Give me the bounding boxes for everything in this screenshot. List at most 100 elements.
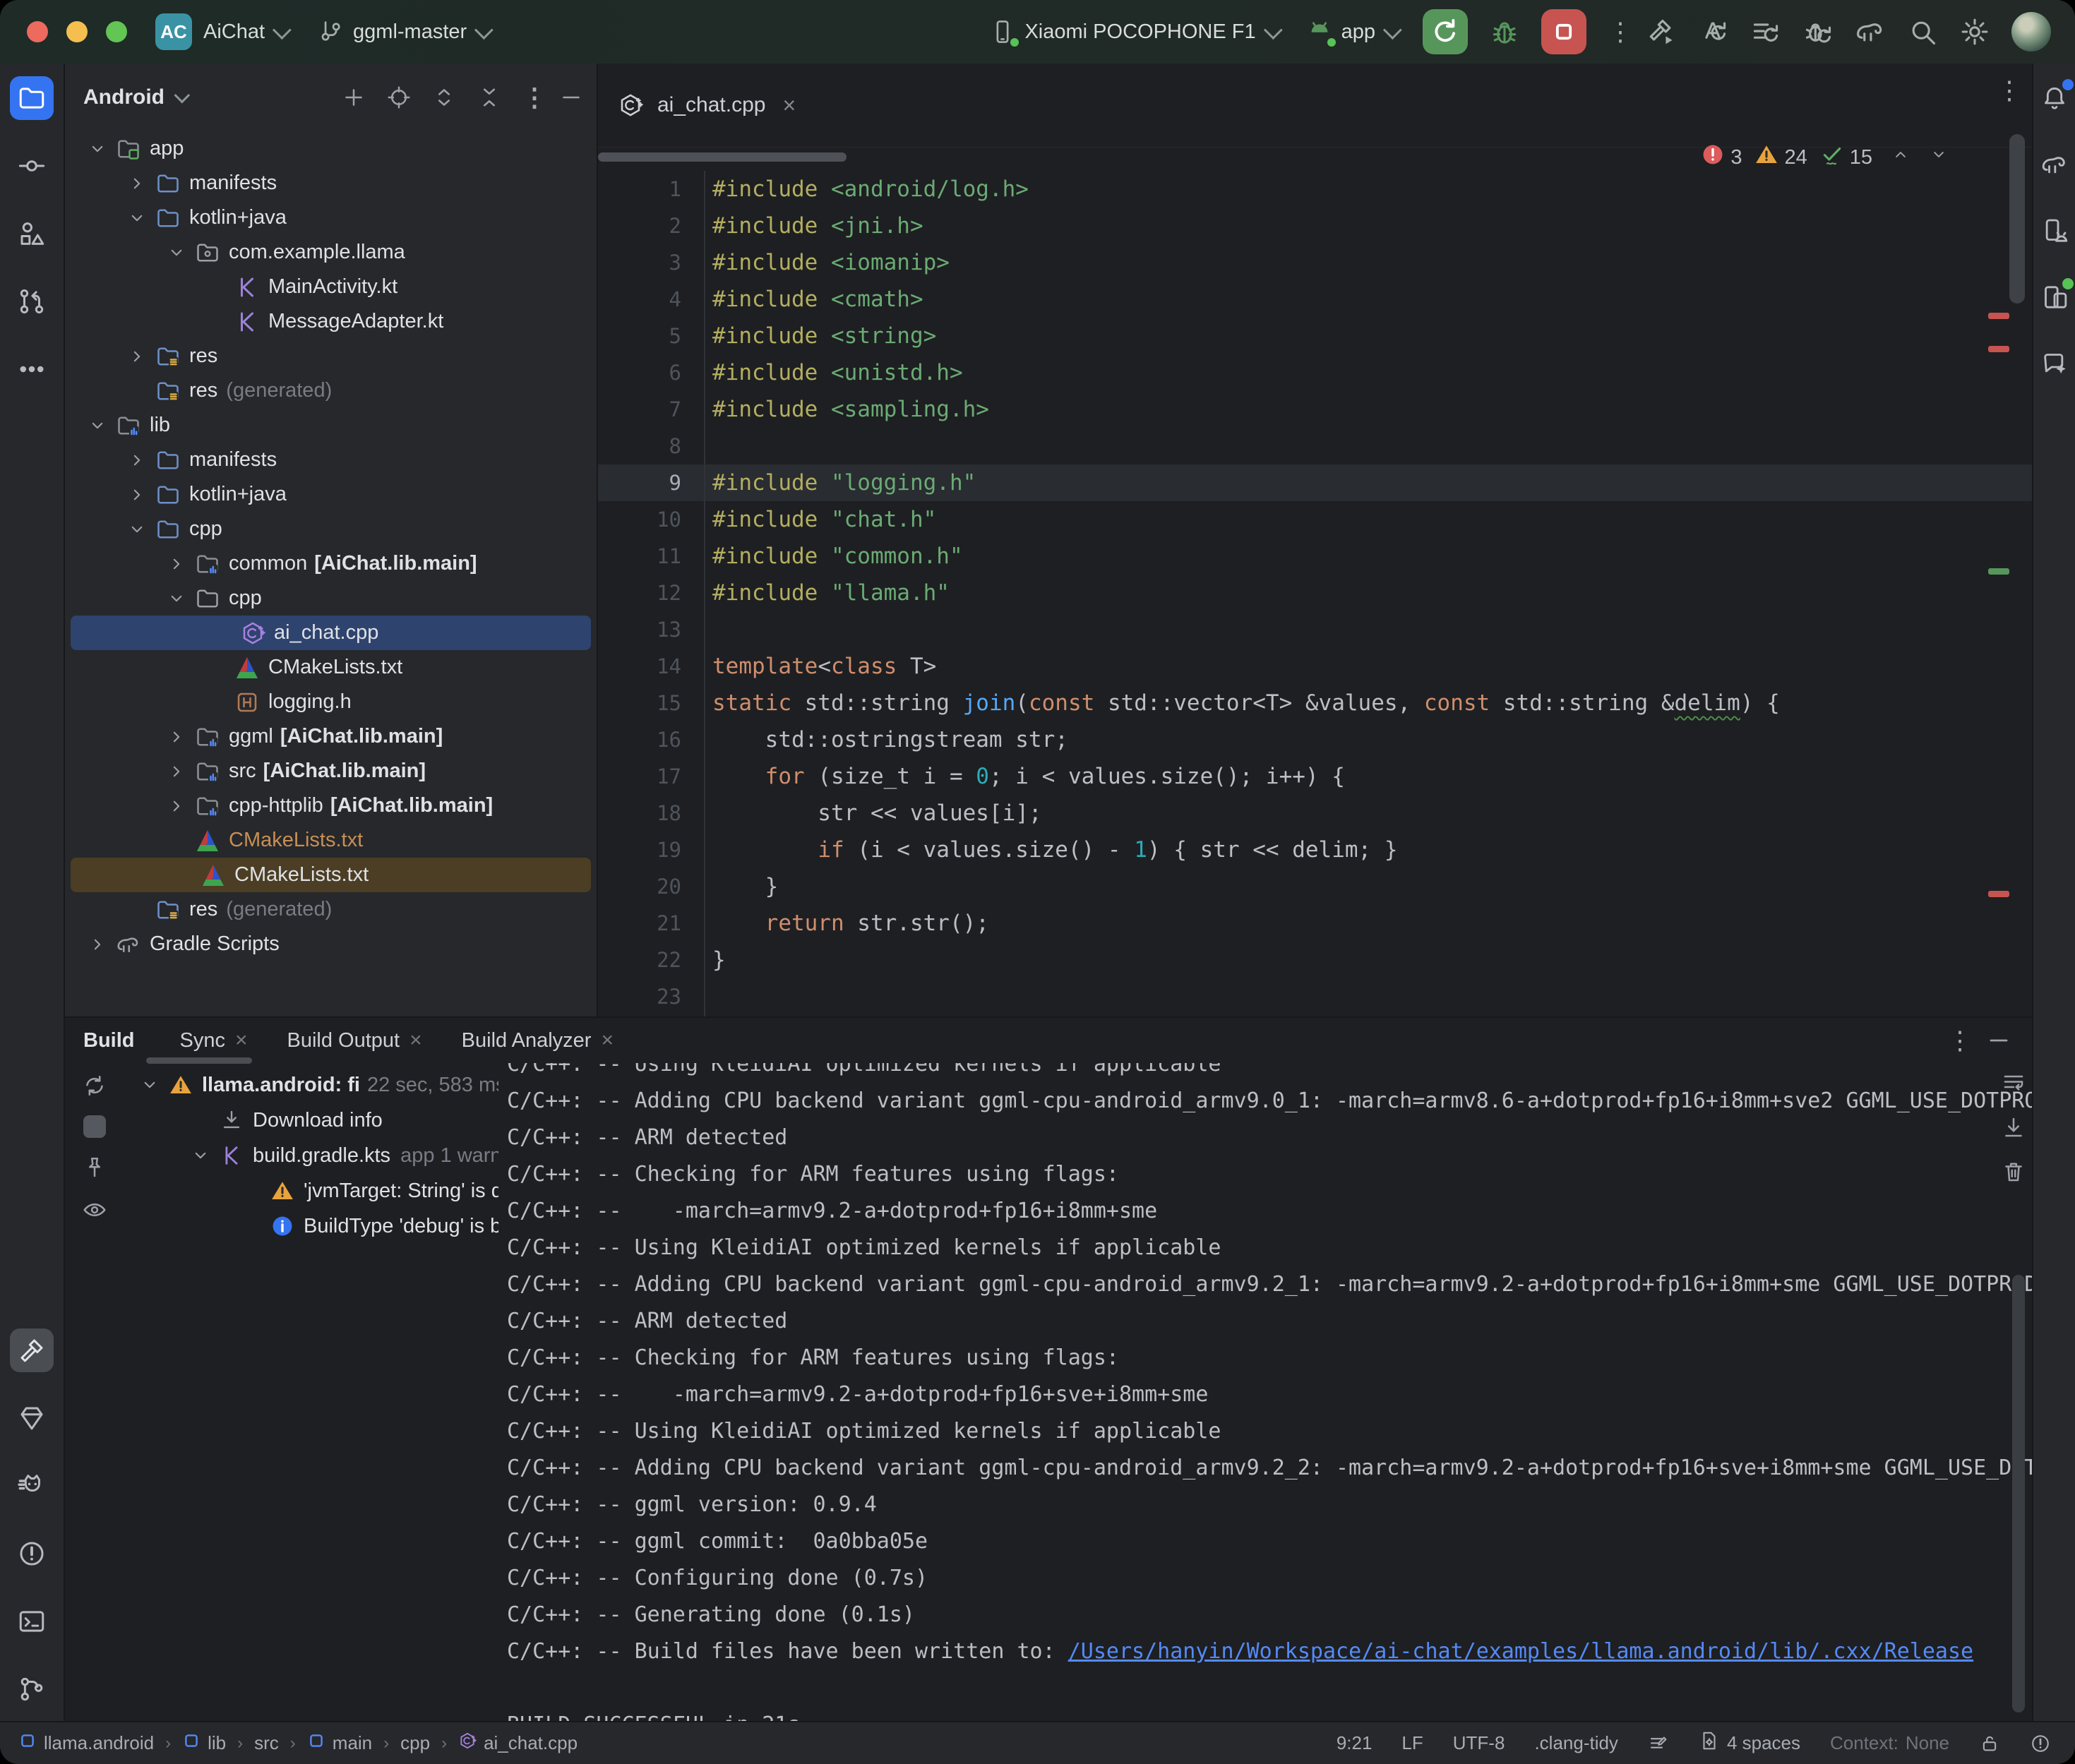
formatter-icon[interactable] xyxy=(1648,1733,1669,1754)
tree-item-ai-chat-cpp[interactable]: ai_chat.cpp xyxy=(71,616,591,650)
code-line-8[interactable]: 8 xyxy=(598,428,2032,464)
file-encoding[interactable]: UTF-8 xyxy=(1453,1732,1505,1754)
hide-panel-icon[interactable] xyxy=(558,85,584,110)
resource-manager-tool-button[interactable] xyxy=(10,212,54,256)
editor-tab-ai-chat-cpp[interactable]: ai_chat.cpp × xyxy=(598,64,817,147)
close-tab-icon[interactable]: × xyxy=(601,1028,614,1052)
device-manager-tool-button[interactable] xyxy=(2035,212,2074,250)
breadcrumb-item-cpp[interactable]: cpp xyxy=(400,1732,430,1754)
breadcrumb-item-llama-android[interactable]: llama.android xyxy=(18,1732,154,1755)
chevron-down-icon[interactable] xyxy=(82,138,113,160)
tree-item-res[interactable]: res xyxy=(65,339,597,373)
problems-tool-button[interactable] xyxy=(10,1532,54,1576)
chevron-down-icon[interactable] xyxy=(82,415,113,436)
close-tab-icon[interactable]: × xyxy=(235,1028,248,1052)
code-line-15[interactable]: 15static std::string join(const std::vec… xyxy=(598,685,2032,721)
breadcrumb-item-src[interactable]: src xyxy=(254,1732,279,1754)
code-line-9[interactable]: 9#include "logging.h" xyxy=(598,464,2032,501)
tree-item-cmakelists-txt[interactable]: CMakeLists.txt xyxy=(71,858,591,892)
build-tree-item[interactable]: 'jvmTarget: String' is deprec xyxy=(124,1173,498,1208)
filters-eye-icon[interactable] xyxy=(82,1197,107,1223)
lock-icon[interactable] xyxy=(1979,1733,2000,1754)
chevron-down-icon[interactable] xyxy=(161,242,192,263)
device-selector[interactable]: Xiaomi POCOPHONE F1 xyxy=(989,18,1277,45)
build-tree-item[interactable]: Download info xyxy=(124,1103,498,1138)
error-stripe-mark[interactable] xyxy=(1988,891,2009,897)
gradle-tool-button[interactable] xyxy=(2035,145,2074,184)
code-line-4[interactable]: 4#include <cmath> xyxy=(598,281,2032,318)
project-tool-button[interactable] xyxy=(10,76,54,120)
tab-scroll-thumb[interactable] xyxy=(598,152,847,162)
tree-item-kotlin-java[interactable]: kotlin+java xyxy=(65,477,597,512)
tree-item-logging-h[interactable]: logging.h xyxy=(65,685,597,719)
run-configuration-selector[interactable]: app xyxy=(1306,18,1397,45)
close-window-button[interactable] xyxy=(27,21,48,42)
app-quality-insights-tool-button[interactable] xyxy=(10,1396,54,1440)
settings-gear-icon[interactable] xyxy=(1959,16,1990,47)
close-tab-icon[interactable]: × xyxy=(782,92,796,119)
apply-changes-icon[interactable] xyxy=(1698,16,1729,47)
branch-selector[interactable]: ggml-master xyxy=(318,18,489,45)
code-line-2[interactable]: 2#include <jni.h> xyxy=(598,208,2032,244)
stop-app-button[interactable] xyxy=(1541,9,1586,54)
chevron-down-icon[interactable] xyxy=(121,208,153,229)
notifications-bell-icon[interactable] xyxy=(2035,79,2074,117)
build-tree-item[interactable]: build.gradle.ktsapp 1 warning xyxy=(124,1138,498,1173)
clear-console-icon[interactable] xyxy=(2001,1159,2026,1188)
apply-code-changes-icon[interactable] xyxy=(1750,16,1781,47)
build-tree-item[interactable]: llama.android: fi22 sec, 583 ms xyxy=(124,1067,498,1103)
chevron-right-icon[interactable] xyxy=(121,484,153,505)
project-selector[interactable]: AiChat xyxy=(203,20,287,44)
build-output-path-link[interactable]: /Users/hanyin/Workspace/ai-chat/examples… xyxy=(1068,1639,1973,1664)
tree-item-common[interactable]: common[AiChat.lib.main] xyxy=(65,546,597,581)
code-line-20[interactable]: 20 } xyxy=(598,868,2032,905)
build-tool-button[interactable] xyxy=(10,1328,54,1372)
stop-sync-icon[interactable] xyxy=(83,1115,106,1138)
chevron-right-icon[interactable] xyxy=(121,173,153,194)
tree-item-gradle-scripts[interactable]: Gradle Scripts xyxy=(65,927,597,961)
minimize-window-button[interactable] xyxy=(66,21,88,42)
clang-tidy-status[interactable]: .clang-tidy xyxy=(1534,1732,1618,1754)
tree-item-app[interactable]: app xyxy=(65,131,597,166)
tree-item-cpp[interactable]: cpp xyxy=(65,512,597,546)
line-separator[interactable]: LF xyxy=(1401,1732,1423,1754)
chevron-right-icon[interactable] xyxy=(161,761,192,782)
search-everywhere-icon[interactable] xyxy=(1907,16,1938,47)
more-run-options-button[interactable]: ⋮ xyxy=(1608,25,1625,39)
build-run-icon[interactable] xyxy=(1646,16,1677,47)
code-line-10[interactable]: 10#include "chat.h" xyxy=(598,501,2032,538)
tree-item-res[interactable]: res(generated) xyxy=(65,373,597,408)
tree-item-cpp-httplib[interactable]: cpp-httplib[AiChat.lib.main] xyxy=(65,788,597,823)
chevron-right-icon[interactable] xyxy=(161,553,192,575)
code-line-22[interactable]: 22} xyxy=(598,942,2032,978)
code-line-21[interactable]: 21 return str.str(); xyxy=(598,905,2032,942)
code-line-6[interactable]: 6#include <unistd.h> xyxy=(598,354,2032,391)
build-tree-item[interactable]: BuildType 'debug' is both de xyxy=(124,1208,498,1244)
hide-build-panel-icon[interactable] xyxy=(1985,1027,2012,1054)
code-line-7[interactable]: 7#include <sampling.h> xyxy=(598,391,2032,428)
cursor-position[interactable]: 9:21 xyxy=(1337,1732,1373,1754)
project-options-button[interactable]: ⋮ xyxy=(522,90,539,104)
analysis-status-icon[interactable] xyxy=(2030,1733,2051,1754)
chevron-down-icon[interactable] xyxy=(134,1074,165,1096)
code-line-11[interactable]: 11#include "common.h" xyxy=(598,538,2032,575)
error-stripe-mark[interactable] xyxy=(1988,346,2009,352)
chevron-right-icon[interactable] xyxy=(161,796,192,817)
breadcrumb-item-lib[interactable]: lib xyxy=(182,1732,226,1755)
pin-icon[interactable] xyxy=(82,1155,107,1180)
tree-item-messageadapter-kt[interactable]: MessageAdapter.kt xyxy=(65,304,597,339)
build-panel-title[interactable]: Build xyxy=(65,1029,160,1052)
select-opened-file-icon[interactable] xyxy=(386,85,412,110)
editor-options-button[interactable]: ⋮ xyxy=(1997,83,2014,97)
tree-item-cmakelists-txt[interactable]: CMakeLists.txt xyxy=(65,650,597,685)
tree-item-manifests[interactable]: manifests xyxy=(65,443,597,477)
change-stripe-mark[interactable] xyxy=(1988,568,2009,575)
version-control-tool-button[interactable] xyxy=(10,1667,54,1711)
chevron-right-icon[interactable] xyxy=(161,726,192,748)
tree-item-kotlin-java[interactable]: kotlin+java xyxy=(65,200,597,235)
code-line-16[interactable]: 16 std::ostringstream str; xyxy=(598,721,2032,758)
terminal-tool-button[interactable] xyxy=(10,1600,54,1643)
debug-app-button[interactable] xyxy=(1489,16,1520,47)
error-stripe-mark[interactable] xyxy=(1988,313,2009,319)
code-line-17[interactable]: 17 for (size_t i = 0; i < values.size();… xyxy=(598,758,2032,795)
